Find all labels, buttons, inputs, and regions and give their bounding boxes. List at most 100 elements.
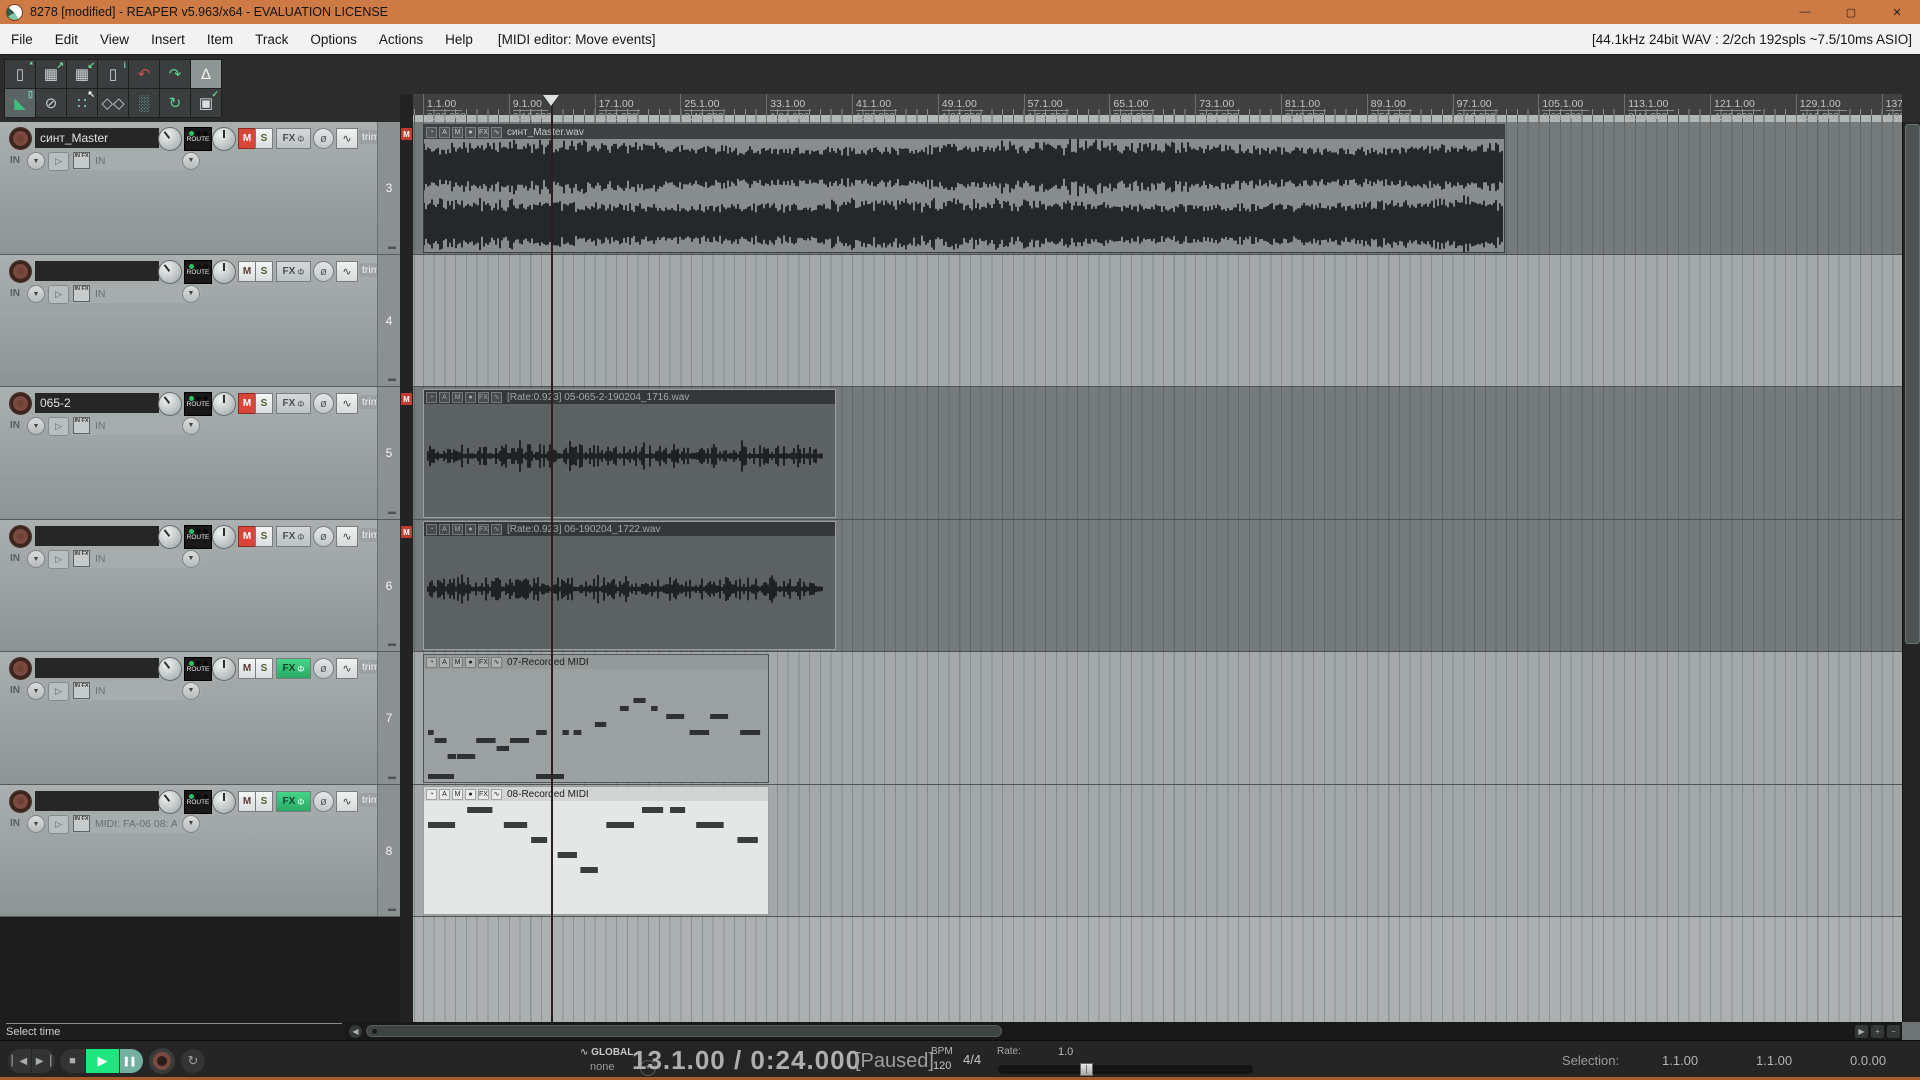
rate-slider[interactable] xyxy=(998,1065,1253,1074)
phase-button[interactable]: ø xyxy=(313,128,334,149)
solo-button[interactable]: S xyxy=(255,261,273,282)
track-name-field[interactable] xyxy=(35,791,159,811)
mute-icon[interactable]: M xyxy=(452,657,463,668)
record-monitor-button[interactable]: ▷ xyxy=(48,682,69,701)
global-automation-value[interactable]: none xyxy=(590,1061,614,1073)
pause-button[interactable]: ▌▌ xyxy=(120,1049,143,1073)
track-number[interactable]: 4▬ xyxy=(377,255,400,386)
volume-knob[interactable] xyxy=(158,525,182,549)
media-item[interactable]: ◔AM●FX∿07-Recorded MIDI xyxy=(423,654,769,783)
input-fx-dropdown-icon[interactable]: ▼ xyxy=(182,285,200,303)
input-fx-dropdown-icon[interactable]: ▼ xyxy=(182,417,200,435)
fade-icon[interactable]: ◔ xyxy=(426,657,437,668)
mute-button[interactable]: M xyxy=(238,393,256,414)
track-name-field[interactable]: синт_Master xyxy=(35,128,159,148)
envelope-icon[interactable]: ∿ xyxy=(491,657,502,668)
pan-knob[interactable] xyxy=(212,260,236,284)
input-dropdown-icon[interactable]: ▼ xyxy=(27,550,45,568)
input-fx-dropdown-icon[interactable]: ▼ xyxy=(182,815,200,833)
solo-button[interactable]: S xyxy=(255,128,273,149)
input-fx-selector[interactable]: IN FXIN▼ xyxy=(71,151,201,170)
volume-knob[interactable] xyxy=(158,127,182,151)
record-monitor-button[interactable]: ▷ xyxy=(48,152,69,171)
stop-button[interactable]: ■ xyxy=(60,1049,85,1073)
envelope-icon[interactable]: ∿ xyxy=(491,127,502,138)
menu-options[interactable]: Options xyxy=(299,24,368,54)
route-button[interactable]: ROUTE xyxy=(184,790,212,814)
track-number[interactable]: 5▬ xyxy=(377,387,400,519)
mute-button[interactable]: M xyxy=(238,526,256,547)
track-number[interactable]: 7▬ xyxy=(377,652,400,784)
lock-icon[interactable]: A xyxy=(439,789,450,800)
go-to-end-button[interactable]: ▶▕ xyxy=(32,1049,55,1073)
solo-button[interactable]: S xyxy=(255,791,273,812)
record-arm-button[interactable] xyxy=(9,127,32,150)
horizontal-scrollbar[interactable]: ◀ ▶ + − xyxy=(345,1022,1902,1040)
phase-button[interactable]: ø xyxy=(313,658,334,679)
phase-button[interactable]: ø xyxy=(313,791,334,812)
track-panel-6[interactable]: ROUTEMSFXΦø∿trimIN▼▷IN FXIN▼6▬ xyxy=(0,520,400,652)
go-to-start-button[interactable]: ▏◀ xyxy=(8,1049,31,1073)
horizontal-scrollbar-thumb[interactable] xyxy=(366,1025,1002,1037)
mute-icon[interactable]: M xyxy=(452,127,463,138)
selection-start[interactable]: 1.1.00 xyxy=(1662,1053,1698,1068)
pan-knob[interactable] xyxy=(212,790,236,814)
fx-icon[interactable]: FX xyxy=(478,127,489,138)
phase-button[interactable]: ø xyxy=(313,393,334,414)
fx-button[interactable]: FXΦ xyxy=(276,128,311,149)
record-arm-button[interactable] xyxy=(9,790,32,813)
menu-view[interactable]: View xyxy=(89,24,140,54)
track-panel-7[interactable]: ROUTEMSFXΦø∿trimIN▼▷IN FXIN▼7▬ xyxy=(0,652,400,785)
solo-button[interactable]: S xyxy=(255,526,273,547)
track-panel-8[interactable]: ROUTEMSFXΦø∿trimIN▼▷IN FXMIDI: FA-06 08:… xyxy=(0,785,400,917)
envelope-button[interactable]: ∿ xyxy=(336,658,358,679)
pan-knob[interactable] xyxy=(212,525,236,549)
menu-insert[interactable]: Insert xyxy=(140,24,196,54)
mute-button[interactable]: M xyxy=(238,261,256,282)
fx-icon[interactable]: FX xyxy=(478,657,489,668)
track-panel-3[interactable]: синт_MasterROUTEMSFXΦø∿trimIN▼▷IN FXIN▼3… xyxy=(0,122,400,255)
fade-icon[interactable]: ◔ xyxy=(426,789,437,800)
fx-button[interactable]: FXΦ xyxy=(276,791,311,812)
phase-button[interactable]: ø xyxy=(313,261,334,282)
selection-length[interactable]: 0.0.00 xyxy=(1850,1053,1886,1068)
input-fx-selector[interactable]: IN FXIN▼ xyxy=(71,549,201,568)
route-button[interactable]: ROUTE xyxy=(184,657,212,681)
time-signature[interactable]: 4/4 xyxy=(963,1052,981,1067)
solo-button[interactable]: S xyxy=(255,393,273,414)
menu-actions[interactable]: Actions xyxy=(368,24,434,54)
auto-crossfade-button[interactable]: ⊘ xyxy=(35,88,67,118)
fade-icon[interactable]: ◔ xyxy=(426,392,437,403)
fx-icon[interactable]: FX xyxy=(478,789,489,800)
repeat-button[interactable]: ↻ xyxy=(181,1049,205,1073)
mute-icon[interactable]: M xyxy=(452,789,463,800)
track-panel-4[interactable]: ROUTEMSFXΦø∿trimIN▼▷IN FXIN▼4▬ xyxy=(0,255,400,387)
transport-position[interactable]: 13.1.00 / 0:24.000 xyxy=(632,1045,861,1076)
locking-button[interactable]: ▣✓ xyxy=(190,88,222,118)
input-fx-selector[interactable]: IN FXIN▼ xyxy=(71,416,201,435)
pan-knob[interactable] xyxy=(212,657,236,681)
notes-icon[interactable]: ● xyxy=(465,789,476,800)
menu-file[interactable]: File xyxy=(0,24,44,54)
vertical-scrollbar[interactable] xyxy=(1902,122,1920,1022)
item-grouping-button[interactable]: ∷↖ xyxy=(66,88,98,118)
media-item[interactable]: ◔AM●FX∿[Rate:0.923] 06-190204_1722.wav xyxy=(423,521,836,650)
fx-button[interactable]: FXΦ xyxy=(276,526,311,547)
input-fx-selector[interactable]: IN FXIN▼ xyxy=(71,681,201,700)
record-button[interactable] xyxy=(149,1048,175,1074)
redo-button[interactable]: ↷ xyxy=(159,59,191,89)
envelope-icon[interactable]: ∿ xyxy=(491,524,502,535)
envelope-points-button[interactable]: ◇◇ xyxy=(97,88,129,118)
record-arm-button[interactable] xyxy=(9,657,32,680)
record-monitor-button[interactable]: ▷ xyxy=(48,417,69,436)
volume-knob[interactable] xyxy=(158,657,182,681)
envelope-button[interactable]: ∿ xyxy=(336,526,358,547)
track-panel-5[interactable]: 065-2ROUTEMSFXΦø∿trimIN▼▷IN FXIN▼5▬ xyxy=(0,387,400,520)
track-name-field[interactable] xyxy=(35,261,159,281)
phase-button[interactable]: ø xyxy=(313,526,334,547)
lock-icon[interactable]: A xyxy=(439,657,450,668)
project-settings-button[interactable]: ▯i xyxy=(97,59,129,89)
rate-value[interactable]: 1.0 xyxy=(1058,1046,1073,1058)
input-dropdown-icon[interactable]: ▼ xyxy=(27,417,45,435)
mute-icon[interactable]: M xyxy=(452,392,463,403)
